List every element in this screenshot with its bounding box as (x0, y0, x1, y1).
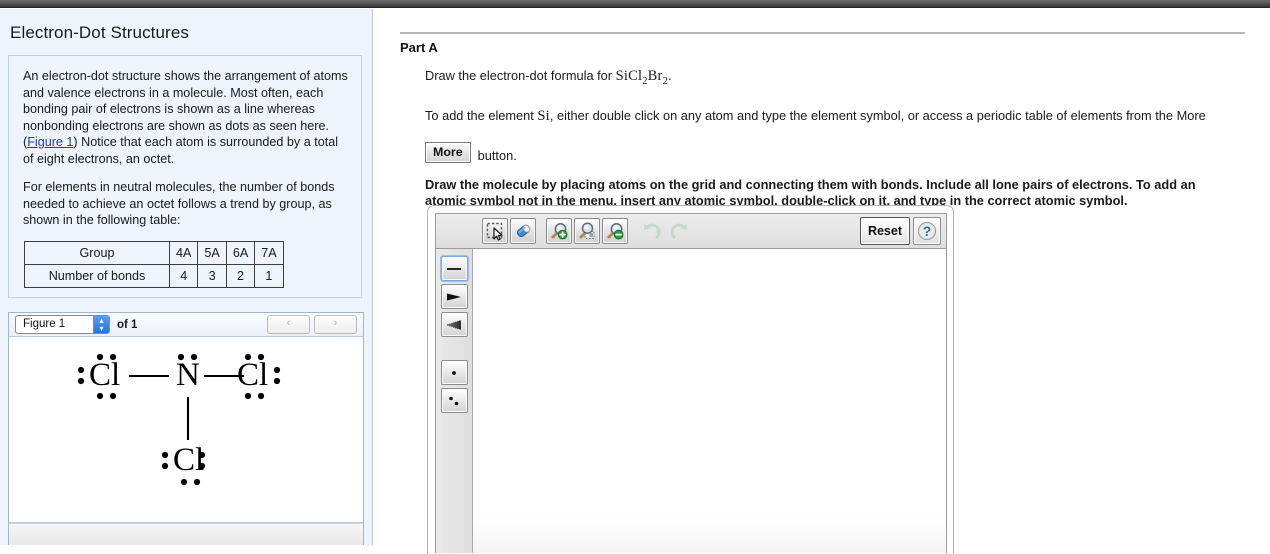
table-cell-bonds-3: 1 (254, 263, 284, 288)
drawing-canvas[interactable] (473, 249, 946, 553)
single-electron-tool-button[interactable] (440, 360, 468, 385)
bold-instruction-line-1: Draw the molecule by placing atoms on th… (425, 176, 1196, 192)
figure-select-stepper-icon: ▴ ▾ (93, 316, 109, 333)
prompt-prefix: Draw the electron-dot formula for (425, 68, 616, 83)
part-title: Part A (400, 40, 438, 55)
drawing-tool-frame: Reset ? (435, 213, 947, 553)
figure-nav-buttons: ‹ › (267, 315, 357, 334)
figure-select-value: Figure 1 (23, 318, 66, 330)
figure-viewer-footer (9, 523, 363, 545)
magnifier-minus-icon (607, 223, 624, 240)
redo-tool-button[interactable] (666, 218, 692, 244)
browser-chrome-bar (0, 0, 1270, 8)
more-button-row: More button. (425, 142, 1255, 164)
table-label-bonds: Number of bonds (24, 263, 170, 288)
lone-pair-tool-button[interactable] (440, 388, 468, 413)
atom-label-n-center: N (176, 357, 200, 393)
two-dots-icon (449, 396, 459, 405)
table-cell-bonds-2: 2 (225, 263, 256, 288)
table-row-group: Group 4A 5A 6A 7A (24, 240, 284, 265)
zoom-in-tool-button[interactable] (546, 218, 572, 244)
part-divider (400, 32, 1245, 34)
lewis-structure-diagram: Cl N Cl Cl (77, 353, 281, 486)
table-label-group: Group (24, 240, 170, 265)
formula-sub-1: 2 (642, 75, 648, 87)
element-instruction: To add the element Si, either double cli… (425, 107, 1255, 125)
more-button[interactable]: More (425, 142, 471, 164)
bond-trend-paragraph: For elements in neutral molecules, the n… (23, 180, 335, 227)
figure-prev-button[interactable]: ‹ (267, 315, 310, 334)
right-question-panel: Part A Draw the electron-dot formula for… (374, 9, 1270, 554)
table-cell-group-2: 6A (225, 240, 256, 265)
page-root: Electron-Dot Structures An electron-dot … (0, 0, 1270, 554)
hash-bond-tool-button[interactable] (440, 312, 468, 337)
undo-tool-button[interactable] (638, 218, 664, 244)
table-row-bonds: Number of bonds 4 3 2 1 (24, 263, 284, 288)
prompt-trailing: . (668, 68, 672, 83)
select-tool-button[interactable] (482, 218, 508, 244)
drawing-tool-body (436, 249, 946, 553)
page-title: Electron-Dot Structures (10, 23, 189, 42)
magnifier-plus-icon (551, 223, 568, 240)
svg-text:?: ? (923, 224, 931, 239)
drawing-tool-container: Reset ? (427, 205, 954, 554)
table-cell-bonds-0: 4 (168, 263, 199, 288)
table-cell-bonds-1: 3 (197, 263, 227, 288)
zoom-out-tool-button[interactable] (602, 218, 628, 244)
figure-count-text: of 1 (117, 318, 138, 331)
table-cell-group-3: 7A (254, 240, 284, 265)
magnifier-fit-icon (579, 222, 595, 239)
instruction-element-symbol: Si (537, 107, 550, 124)
hash-bond-icon (447, 319, 461, 330)
eraser-icon (516, 224, 531, 238)
figure-viewer-toolbar: Figure 1 ▴ ▾ of 1 ‹ › (9, 313, 363, 337)
wedge-bond-icon (447, 293, 461, 300)
bond-count-table: Group 4A 5A 6A 7A Number of bonds 4 3 2 … (24, 240, 284, 288)
select-marquee-icon (486, 222, 503, 241)
question-prompt: Draw the electron-dot formula for SiCl2B… (425, 67, 1255, 90)
instruction-prefix: To add the element (425, 107, 538, 123)
wedge-bond-tool-button[interactable] (440, 284, 468, 309)
more-button-suffix-text: button. (477, 147, 517, 163)
atom-label-cl-bottom: Cl (173, 442, 204, 478)
drawing-tool-top-toolbar: Reset ? (436, 214, 946, 249)
instruction-suffix: , either double click on any atom and ty… (549, 107, 1206, 123)
intro-paragraph: An electron-dot structure shows the arra… (23, 68, 349, 167)
drawing-tool-right-buttons: Reset ? (859, 217, 941, 245)
table-cell-group-0: 4A (168, 240, 199, 265)
question-mark-icon: ? (917, 221, 937, 241)
single-bond-icon (447, 267, 461, 270)
side-toolbar-spacer (441, 340, 468, 357)
single-dot-icon (452, 370, 456, 375)
question-body: Draw the electron-dot formula for SiCl2B… (425, 67, 1255, 209)
figure-select-dropdown[interactable]: Figure 1 ▴ ▾ (15, 315, 110, 334)
drawing-tool-side-toolbar (436, 249, 473, 553)
figure-canvas: Cl N Cl Cl (9, 337, 363, 523)
redo-arrow-icon (670, 223, 687, 238)
eraser-tool-button[interactable] (510, 218, 536, 244)
target-formula: SiCl2Br2 (615, 68, 669, 87)
stepper-down-icon: ▾ (99, 323, 104, 333)
single-bond-tool-button[interactable] (440, 256, 468, 281)
info-box: An electron-dot structure shows the arra… (8, 55, 362, 298)
figure-1-link[interactable]: Figure 1 (27, 135, 73, 149)
figure-next-button[interactable]: › (314, 315, 357, 334)
undo-arrow-icon (643, 223, 660, 238)
left-info-panel: Electron-Dot Structures An electron-dot … (0, 9, 373, 545)
zoom-fit-tool-button[interactable] (574, 218, 600, 244)
table-cell-group-1: 5A (197, 240, 227, 265)
figure-viewer: Figure 1 ▴ ▾ of 1 ‹ › Cl N Cl Cl (8, 312, 364, 545)
reset-button[interactable]: Reset (859, 217, 910, 245)
atom-label-cl-left: Cl (89, 357, 120, 393)
help-button[interactable]: ? (913, 217, 941, 245)
